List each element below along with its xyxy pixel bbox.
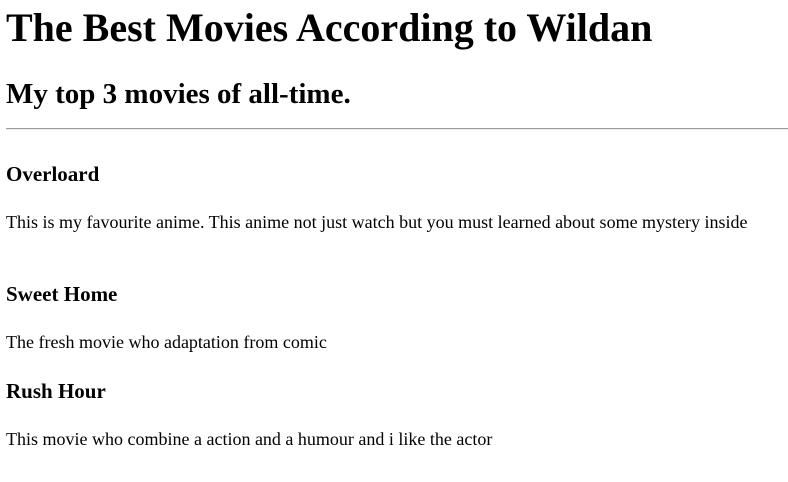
movie-entry-overloard: Overloard This is my favourite anime. Th…: [6, 162, 788, 234]
movie-entry-sweet-home: Sweet Home The fresh movie who adaptatio…: [6, 282, 788, 354]
movie-description: This is my favourite anime. This anime n…: [6, 212, 748, 232]
page-subtitle: My top 3 movies of all-time.: [6, 78, 351, 110]
page-title: The Best Movies According to Wildan: [6, 5, 653, 50]
movie-title: Sweet Home: [6, 282, 118, 306]
movie-description: This movie who combine a action and a hu…: [6, 429, 493, 449]
movie-title: Overloard: [6, 162, 100, 186]
movie-entry-rush-hour: Rush Hour This movie who combine a actio…: [6, 379, 788, 451]
movie-description: The fresh movie who adaptation from comi…: [6, 332, 327, 352]
section-divider: [6, 128, 788, 130]
movie-title: Rush Hour: [6, 379, 106, 403]
